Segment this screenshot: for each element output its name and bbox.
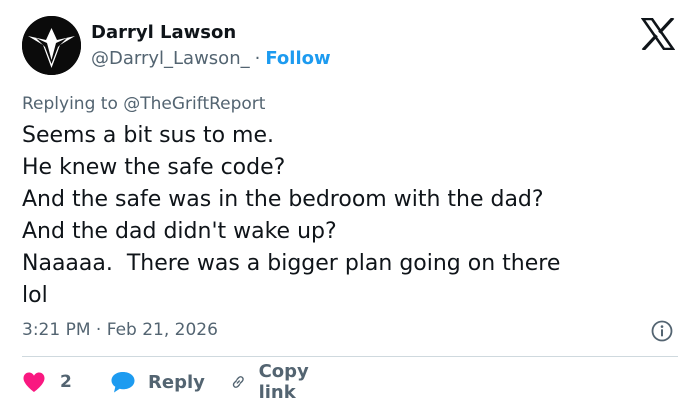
- copy-link-button[interactable]: Copy link: [230, 361, 318, 403]
- speech-bubble-icon: [111, 372, 135, 393]
- author-handle[interactable]: @Darryl_Lawson_: [91, 48, 250, 69]
- author-name[interactable]: Darryl Lawson: [91, 21, 236, 45]
- tweet-line: And the dad didn't wake up?: [22, 219, 337, 244]
- timestamp-separator: ·: [95, 320, 102, 340]
- info-icon[interactable]: [651, 320, 673, 342]
- tweet-line: Seems a bit sus to me.: [22, 123, 274, 148]
- x-logo-icon[interactable]: [641, 18, 675, 50]
- reply-context-prefix: Replying to: [22, 94, 118, 114]
- avatar[interactable]: [22, 16, 81, 75]
- reply-context: Replying to @TheGriftReport: [22, 92, 265, 116]
- handle-separator: ·: [254, 48, 261, 69]
- copy-link-label: Copy link: [258, 361, 309, 403]
- tweet-line: lol: [22, 283, 48, 308]
- divider: [22, 356, 678, 357]
- tweet-line: He knew the safe code?: [22, 155, 286, 180]
- reply-button[interactable]: Reply: [110, 368, 205, 396]
- link-icon: [232, 376, 244, 388]
- tweet-card: Darryl Lawson @Darryl_Lawson_ · Follow Rep…: [0, 0, 700, 410]
- tweet-line: Naaaaa. There was a bigger plan going on…: [22, 251, 561, 276]
- heart-icon: [23, 372, 45, 392]
- reply-label: Reply: [148, 371, 205, 393]
- like-count: 2: [60, 372, 72, 392]
- avatar-logo-icon: [22, 16, 81, 75]
- reply-mention-link[interactable]: @TheGriftReport: [123, 94, 265, 114]
- like-button[interactable]: 2: [22, 368, 72, 396]
- tweet-timestamp[interactable]: 3:21 PM · Feb 21, 2026: [22, 318, 218, 342]
- author-handle-row: @Darryl_Lawson_ · Follow: [91, 47, 331, 71]
- tweet-line: And the safe was in the bedroom with the…: [22, 187, 544, 212]
- tweet-text: Seems a bit sus to me. He knew the safe …: [22, 120, 672, 312]
- follow-button[interactable]: Follow: [265, 48, 330, 69]
- tweet-date: Feb 21, 2026: [106, 320, 218, 340]
- tweet-time: 3:21 PM: [22, 320, 91, 340]
